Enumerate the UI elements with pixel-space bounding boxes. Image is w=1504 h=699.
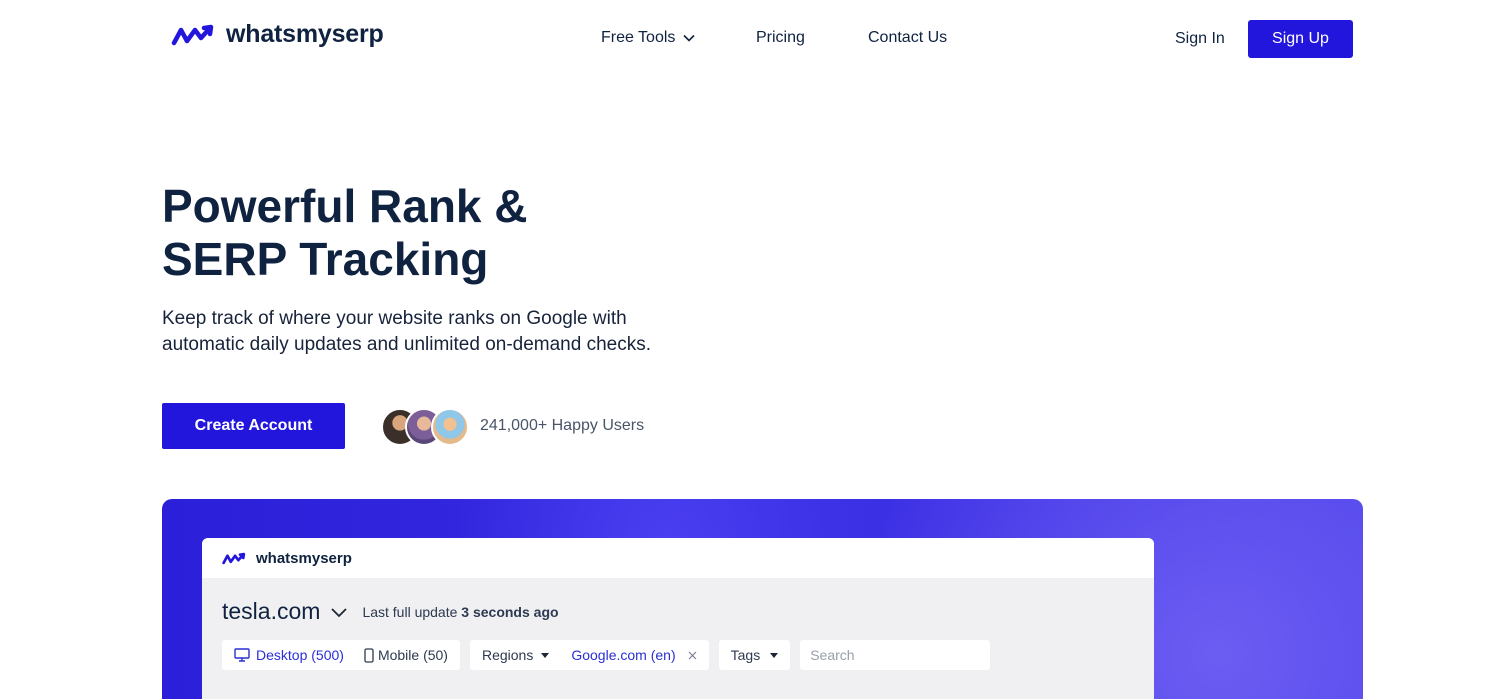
brand-logo[interactable]: whatsmyserp bbox=[171, 20, 384, 49]
close-icon[interactable] bbox=[688, 651, 697, 660]
chevron-down-icon bbox=[683, 34, 695, 42]
caret-down-icon bbox=[541, 652, 550, 658]
create-account-button[interactable]: Create Account bbox=[162, 403, 345, 449]
regions-label: Regions bbox=[481, 647, 534, 663]
tags-filter[interactable]: Tags bbox=[718, 640, 791, 670]
logo-text: whatsmyserp bbox=[226, 20, 384, 48]
regions-filter[interactable]: Regions Google.com (en) bbox=[469, 640, 709, 670]
nav-contact-label: Contact Us bbox=[868, 29, 948, 46]
device-toggle: Desktop (500) Mobile (50) bbox=[222, 640, 460, 670]
product-preview: whatsmyserp tesla.com Last full update 3… bbox=[162, 499, 1363, 699]
user-avatars bbox=[381, 408, 471, 446]
nav-free-tools-label: Free Tools bbox=[601, 29, 676, 46]
mobile-filter[interactable]: Mobile (50) bbox=[364, 647, 448, 663]
hero-subtitle: Keep track of where your website ranks o… bbox=[162, 308, 652, 355]
domain-selector[interactable]: tesla.com bbox=[222, 598, 320, 625]
desktop-icon bbox=[234, 648, 250, 662]
domain-row: tesla.com Last full update 3 seconds ago bbox=[222, 598, 559, 625]
nav-contact-us[interactable]: Contact Us bbox=[868, 29, 947, 47]
app-logo-text: whatsmyserp bbox=[256, 549, 352, 567]
last-update-value: 3 seconds ago bbox=[461, 603, 559, 620]
logo-icon bbox=[171, 24, 214, 45]
nav-pricing[interactable]: Pricing bbox=[756, 29, 805, 47]
chevron-down-icon[interactable] bbox=[330, 606, 348, 618]
app-window: whatsmyserp tesla.com Last full update 3… bbox=[202, 538, 1154, 699]
search-input[interactable] bbox=[800, 640, 991, 670]
nav-free-tools[interactable]: Free Tools bbox=[601, 29, 695, 47]
desktop-filter-label: Desktop (500) bbox=[256, 647, 344, 663]
caret-down-icon bbox=[770, 652, 779, 658]
logo-icon bbox=[222, 552, 246, 564]
last-update-text: Last full update 3 seconds ago bbox=[362, 604, 558, 620]
avatar bbox=[431, 408, 469, 446]
tags-label: Tags bbox=[730, 647, 761, 663]
mobile-filter-label: Mobile (50) bbox=[377, 647, 448, 663]
nav-pricing-label: Pricing bbox=[756, 29, 805, 46]
desktop-filter[interactable]: Desktop (500) bbox=[234, 647, 344, 663]
last-update-prefix: Last full update bbox=[362, 603, 458, 620]
hero-title: Powerful Rank & SERP Tracking bbox=[162, 180, 602, 286]
hero-title-line-1: Powerful Rank & bbox=[162, 180, 528, 232]
app-header: whatsmyserp bbox=[202, 538, 1154, 578]
region-value: Google.com (en) bbox=[571, 647, 676, 663]
sign-up-button[interactable]: Sign Up bbox=[1248, 20, 1353, 58]
sign-in-link[interactable]: Sign In bbox=[1175, 30, 1225, 48]
happy-users-count: 241,000+ Happy Users bbox=[480, 417, 645, 434]
hero-title-line-2: SERP Tracking bbox=[162, 233, 489, 285]
filter-bar: Desktop (500) Mobile (50) Regions Google… bbox=[222, 640, 991, 670]
mobile-icon bbox=[364, 647, 374, 663]
